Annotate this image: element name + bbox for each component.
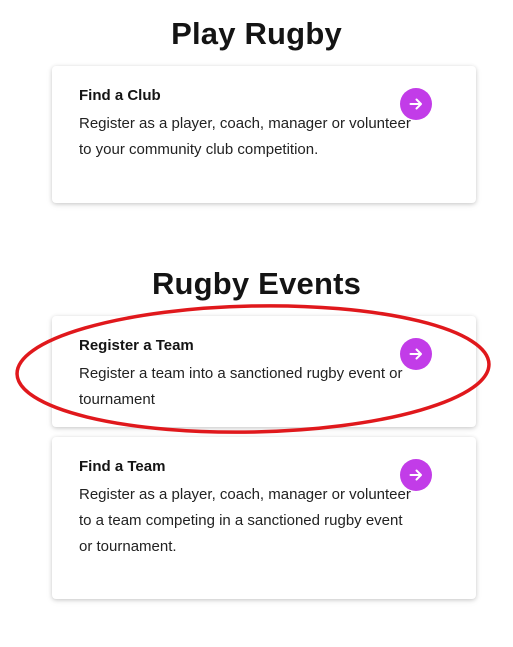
section-title-rugby-events: Rugby Events	[151, 266, 362, 301]
section-title-play-rugby: Play Rugby	[171, 16, 342, 51]
arrow-right-icon	[409, 469, 422, 481]
card-find-a-club[interactable]: Find a Club Register as a player, coach,…	[52, 66, 476, 203]
card-description: Register as a player, coach, manager or …	[79, 486, 411, 555]
card-title: Register a Team	[79, 337, 194, 354]
card-find-a-team[interactable]: Find a Team Register as a player, coach,…	[52, 437, 476, 599]
card-description: Register as a player, coach, manager or …	[79, 115, 411, 158]
card-title: Find a Club	[79, 87, 161, 104]
arrow-right-button[interactable]	[400, 338, 432, 370]
card-description: Register a team into a sanctioned rugby …	[79, 365, 403, 408]
card-title: Find a Team	[79, 458, 166, 475]
arrow-right-button[interactable]	[400, 88, 432, 120]
arrow-right-icon	[409, 98, 422, 110]
arrow-right-icon	[409, 348, 422, 360]
arrow-right-button[interactable]	[400, 459, 432, 491]
card-register-a-team[interactable]: Register a Team Register a team into a s…	[52, 316, 476, 427]
